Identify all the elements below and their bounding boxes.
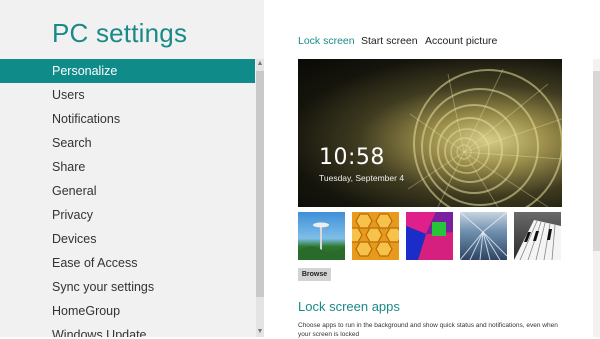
content-scrollbar[interactable]: [593, 59, 600, 337]
content-pane: Lock screen Start screen Account picture: [264, 0, 600, 338]
thumbnail-motion-tunnel[interactable]: [460, 212, 507, 260]
chevron-down-icon[interactable]: ▼: [256, 327, 264, 337]
sidebar-item-sync-settings[interactable]: Sync your settings: [0, 275, 255, 299]
lock-screen-time: 10:58: [319, 145, 385, 170]
thumbnail-space-needle[interactable]: [298, 212, 345, 260]
sidebar-scroll-thumb[interactable]: [256, 71, 264, 297]
thumbnail-color-cubes[interactable]: [406, 212, 453, 260]
browse-button[interactable]: Browse: [298, 268, 331, 281]
sidebar-item-personalize[interactable]: Personalize: [0, 59, 255, 83]
settings-nav: Personalize Users Notifications Search S…: [0, 59, 255, 337]
thumbnail-honeycomb[interactable]: [352, 212, 399, 260]
sidebar-item-windows-update[interactable]: Windows Update: [0, 323, 255, 337]
chevron-up-icon[interactable]: ▲: [256, 59, 264, 69]
sidebar-item-privacy[interactable]: Privacy: [0, 203, 255, 227]
content-scroll-thumb[interactable]: [593, 71, 600, 251]
lock-screen-preview: 10:58 Tuesday, September 4: [298, 59, 562, 207]
lock-screen-date: Tuesday, September 4: [319, 173, 405, 183]
sidebar-item-users[interactable]: Users: [0, 83, 255, 107]
sidebar-item-notifications[interactable]: Notifications: [0, 107, 255, 131]
tab-start-screen[interactable]: Start screen: [361, 35, 418, 47]
sidebar-item-general[interactable]: General: [0, 179, 255, 203]
thumbnail-piano-keys[interactable]: [514, 212, 561, 260]
background-thumbnails: [298, 212, 562, 261]
app-title: PC settings: [52, 18, 188, 48]
sidebar: PC settings Personalize Users Notificati…: [0, 0, 264, 337]
lock-screen-apps-heading: Lock screen apps: [298, 299, 400, 314]
sidebar-scrollbar[interactable]: ▲ ▼: [256, 59, 264, 337]
lock-screen-apps-description: Choose apps to run in the background and…: [298, 322, 558, 338]
tab-account-picture[interactable]: Account picture: [425, 35, 497, 47]
tab-lock-screen[interactable]: Lock screen: [298, 35, 355, 47]
sidebar-item-devices[interactable]: Devices: [0, 227, 255, 251]
sidebar-item-homegroup[interactable]: HomeGroup: [0, 299, 255, 323]
sidebar-item-share[interactable]: Share: [0, 155, 255, 179]
nautilus-shell-image: [407, 68, 562, 207]
sidebar-item-search[interactable]: Search: [0, 131, 255, 155]
sidebar-item-ease-of-access[interactable]: Ease of Access: [0, 251, 255, 275]
